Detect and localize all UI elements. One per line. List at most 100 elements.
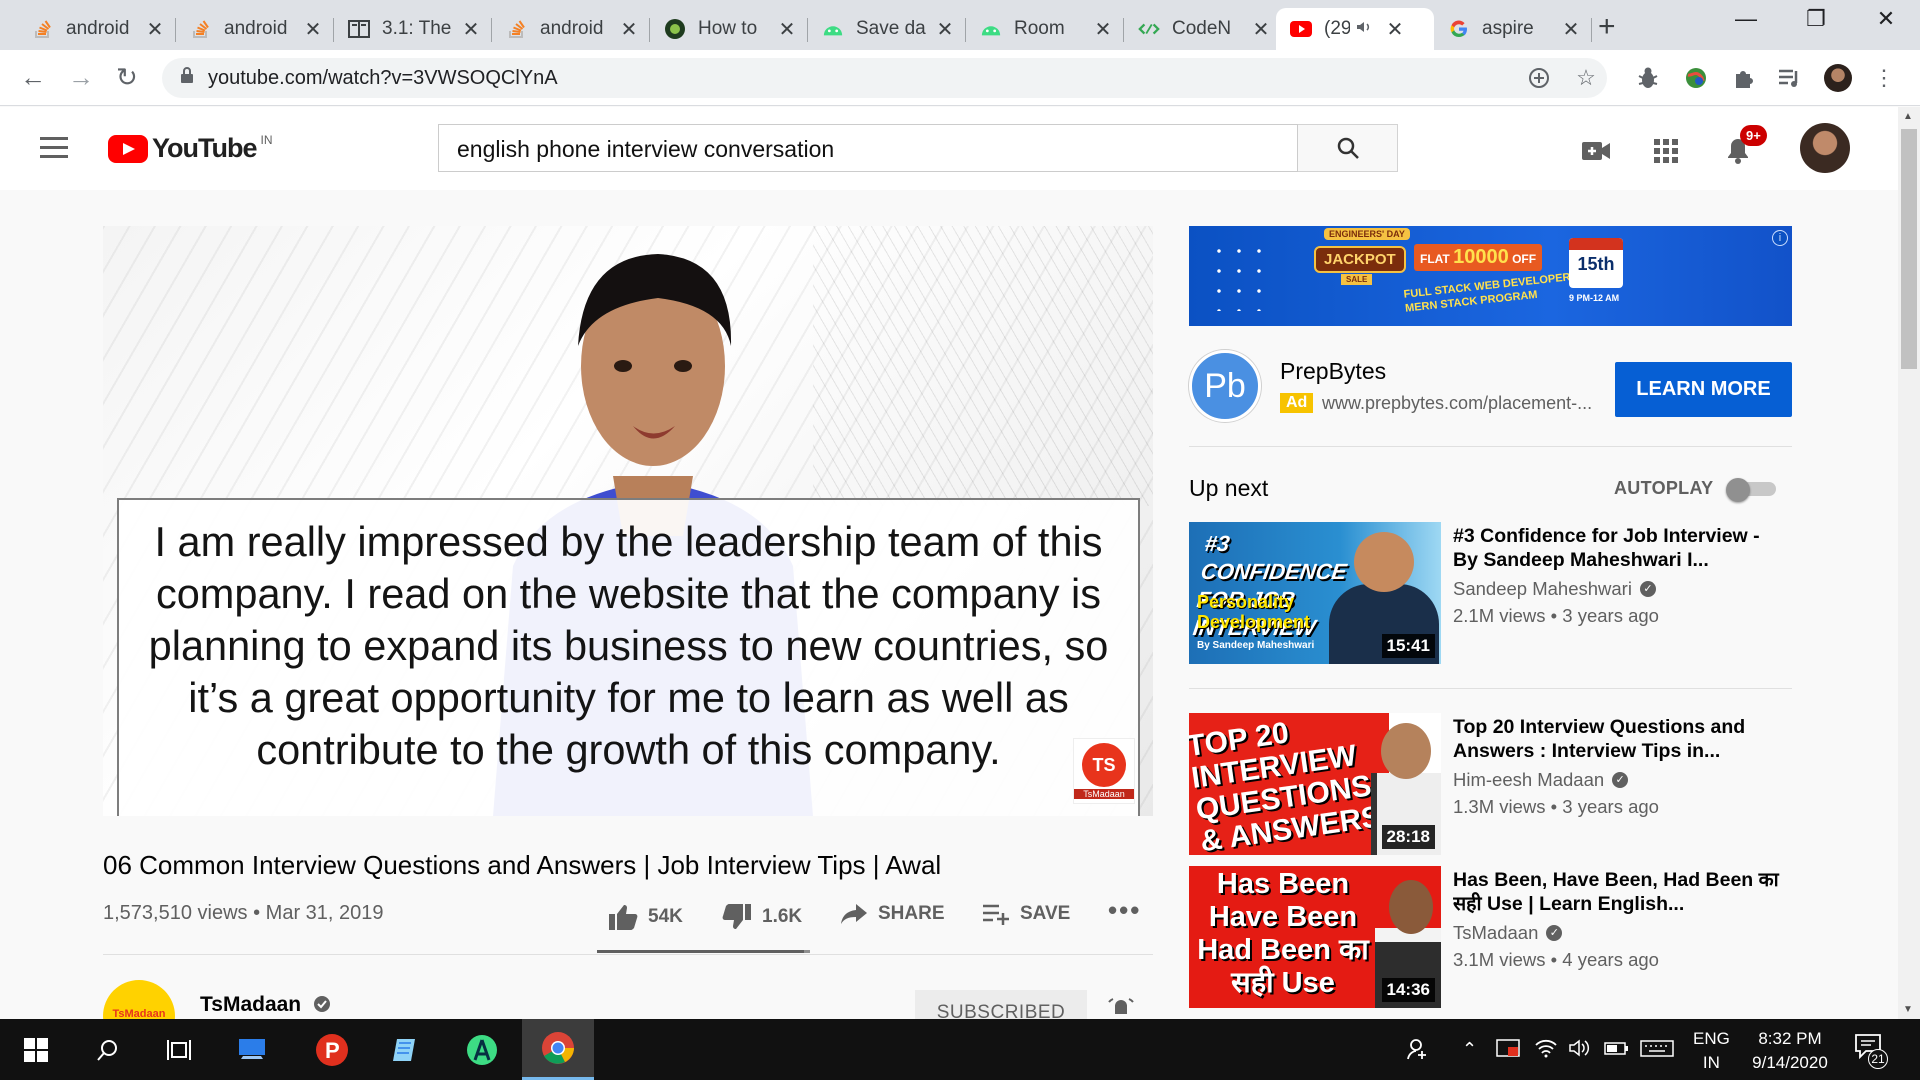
add-to-home-icon[interactable] bbox=[1525, 64, 1553, 92]
advertiser-name[interactable]: PrepBytes bbox=[1280, 358, 1386, 385]
close-tab-icon[interactable]: ✕ bbox=[144, 17, 166, 42]
browser-tab-2[interactable]: android ✕ bbox=[176, 8, 334, 50]
page-scrollbar[interactable]: ▲ ▼ bbox=[1898, 107, 1920, 1019]
tray-app-icon[interactable] bbox=[1496, 1037, 1520, 1064]
close-tab-icon[interactable]: ✕ bbox=[1092, 17, 1114, 42]
close-tab-icon[interactable]: ✕ bbox=[302, 17, 324, 42]
related-video[interactable]: Has Been Have Been Had Been का सही Use 1… bbox=[1189, 866, 1792, 1008]
bookmark-star-icon[interactable]: ☆ bbox=[1572, 64, 1600, 92]
browser-tab-3[interactable]: 3.1: The ✕ bbox=[334, 8, 492, 50]
video-thumbnail[interactable]: Has Been Have Been Had Been का सही Use 1… bbox=[1189, 866, 1441, 1008]
youtube-logo[interactable]: YouTube IN bbox=[108, 133, 272, 164]
close-tab-icon[interactable]: ✕ bbox=[460, 17, 482, 42]
related-channel[interactable]: Him-eesh Madaan ✓ bbox=[1453, 769, 1629, 791]
media-queue-icon[interactable] bbox=[1776, 64, 1804, 92]
extension-globe-icon[interactable] bbox=[1682, 64, 1710, 92]
green-circle-icon bbox=[664, 18, 686, 40]
extension-bug-icon[interactable] bbox=[1634, 64, 1662, 92]
clock-date: 9/14/2020 bbox=[1752, 1053, 1828, 1072]
related-video-title[interactable]: Top 20 Interview Questions and Answers :… bbox=[1453, 715, 1788, 763]
video-player[interactable]: I am really impressed by the leadership … bbox=[103, 226, 1153, 816]
profile-avatar[interactable] bbox=[1824, 64, 1852, 92]
search-input[interactable]: english phone interview conversation bbox=[438, 124, 1298, 172]
maximize-button[interactable]: ❐ bbox=[1786, 6, 1846, 32]
action-center-icon[interactable]: 21 bbox=[1854, 1033, 1888, 1069]
like-count: 54K bbox=[648, 906, 683, 927]
dislike-button[interactable]: 1.6K bbox=[722, 903, 802, 931]
close-tab-icon[interactable]: ✕ bbox=[618, 17, 640, 42]
close-tab-icon[interactable]: ✕ bbox=[1250, 17, 1272, 42]
close-window-button[interactable]: ✕ bbox=[1856, 6, 1916, 32]
minimize-button[interactable]: — bbox=[1716, 6, 1776, 32]
psiphon-icon[interactable]: P bbox=[296, 1019, 368, 1080]
related-channel[interactable]: TsMadaan ✓ bbox=[1453, 922, 1563, 944]
create-video-icon[interactable] bbox=[1580, 135, 1612, 167]
upload-date: Mar 31, 2019 bbox=[265, 902, 384, 924]
browser-tab-6[interactable]: Save da ✕ bbox=[808, 8, 966, 50]
browser-tab-8[interactable]: CodeN ✕ bbox=[1124, 8, 1282, 50]
pc-icon[interactable] bbox=[216, 1019, 288, 1080]
thumbs-down-icon bbox=[722, 904, 751, 929]
volume-icon[interactable] bbox=[1568, 1037, 1592, 1064]
new-tab-button[interactable]: + bbox=[1598, 10, 1616, 44]
forward-button[interactable]: → bbox=[68, 62, 94, 93]
menu-icon[interactable] bbox=[40, 137, 68, 164]
tab-title: android bbox=[224, 18, 288, 39]
keyboard-icon[interactable] bbox=[1640, 1037, 1674, 1064]
related-video[interactable]: TOP 20 INTERVIEW QUESTIONS & ANSWERS 28:… bbox=[1189, 713, 1792, 855]
reload-button[interactable]: ↻ bbox=[116, 62, 138, 93]
people-icon[interactable] bbox=[1406, 1037, 1430, 1066]
ad-banner[interactable]: ENGINEERS' DAY JACKPOT SALE FLAT 10000 O… bbox=[1189, 226, 1792, 326]
close-tab-icon[interactable]: ✕ bbox=[1384, 17, 1406, 42]
channel-name-text: TsMadaan bbox=[200, 993, 302, 1016]
video-thumbnail[interactable]: TOP 20 INTERVIEW QUESTIONS & ANSWERS 28:… bbox=[1189, 713, 1441, 855]
search-button[interactable] bbox=[1298, 124, 1398, 172]
speaker-icon[interactable] bbox=[1356, 18, 1372, 40]
extensions-puzzle-icon[interactable] bbox=[1730, 64, 1758, 92]
android-studio-icon[interactable] bbox=[446, 1019, 518, 1080]
notepad-icon[interactable] bbox=[370, 1019, 442, 1080]
apps-grid-icon[interactable] bbox=[1650, 135, 1682, 167]
video-thumbnail[interactable]: #3 CONFIDENCE FOR JOB INTERVIEW Personal… bbox=[1189, 522, 1441, 664]
chrome-taskbar-icon[interactable] bbox=[522, 1019, 594, 1080]
scroll-down-arrow-icon[interactable]: ▼ bbox=[1903, 1004, 1913, 1015]
share-button[interactable]: SHARE bbox=[840, 903, 945, 925]
advertiser-logo[interactable]: Pb bbox=[1189, 350, 1261, 422]
autoplay-toggle[interactable] bbox=[1726, 478, 1778, 502]
ad-url[interactable]: www.prepbytes.com/placement-... bbox=[1322, 393, 1592, 414]
browser-tab-7[interactable]: Room ✕ bbox=[966, 8, 1124, 50]
like-button[interactable]: 54K bbox=[608, 903, 683, 931]
scrollbar-thumb[interactable] bbox=[1901, 129, 1917, 369]
search-icon[interactable] bbox=[72, 1019, 144, 1080]
channel-name[interactable]: TsMadaan bbox=[200, 993, 331, 1017]
close-tab-icon[interactable]: ✕ bbox=[934, 17, 956, 42]
close-tab-icon[interactable]: ✕ bbox=[1560, 17, 1582, 42]
related-channel[interactable]: Sandeep Maheshwari ✓ bbox=[1453, 578, 1656, 600]
related-video-title[interactable]: #3 Confidence for Job Interview - By San… bbox=[1453, 524, 1788, 572]
task-view-icon[interactable] bbox=[144, 1019, 216, 1080]
back-button[interactable]: ← bbox=[20, 62, 46, 93]
battery-icon[interactable] bbox=[1604, 1037, 1630, 1064]
more-actions-icon[interactable]: ••• bbox=[1108, 895, 1141, 926]
address-bar[interactable]: youtube.com/watch?v=3VWSOQClYnA bbox=[162, 58, 1607, 98]
chrome-menu-icon[interactable]: ⋮ bbox=[1870, 64, 1898, 92]
chevron-up-icon[interactable]: ⌃ bbox=[1462, 1039, 1477, 1060]
ad-info-icon[interactable]: i bbox=[1772, 230, 1788, 246]
close-tab-icon[interactable]: ✕ bbox=[776, 17, 798, 42]
input-language[interactable]: ENG IN bbox=[1693, 1027, 1730, 1075]
wifi-icon[interactable] bbox=[1534, 1037, 1558, 1064]
browser-tab-4[interactable]: android ✕ bbox=[492, 8, 650, 50]
account-avatar[interactable] bbox=[1800, 123, 1850, 173]
browser-tab-10[interactable]: aspire ✕ bbox=[1434, 8, 1592, 50]
windows-start-icon[interactable] bbox=[0, 1019, 72, 1080]
video-meta: 1,573,510 views • Mar 31, 2019 bbox=[103, 902, 384, 924]
related-video[interactable]: #3 CONFIDENCE FOR JOB INTERVIEW Personal… bbox=[1189, 522, 1792, 664]
save-button[interactable]: SAVE bbox=[982, 903, 1070, 925]
scroll-up-arrow-icon[interactable]: ▲ bbox=[1903, 111, 1913, 122]
learn-more-button[interactable]: LEARN MORE bbox=[1615, 362, 1792, 417]
related-video-title[interactable]: Has Been, Have Been, Had Been का सही Use… bbox=[1453, 868, 1788, 916]
browser-tab-1[interactable]: android ✕ bbox=[18, 8, 176, 50]
system-clock[interactable]: 8:32 PM 9/14/2020 bbox=[1745, 1027, 1835, 1075]
browser-tab-9[interactable]: (29 ✕ bbox=[1276, 8, 1434, 50]
browser-tab-5[interactable]: How to ✕ bbox=[650, 8, 808, 50]
